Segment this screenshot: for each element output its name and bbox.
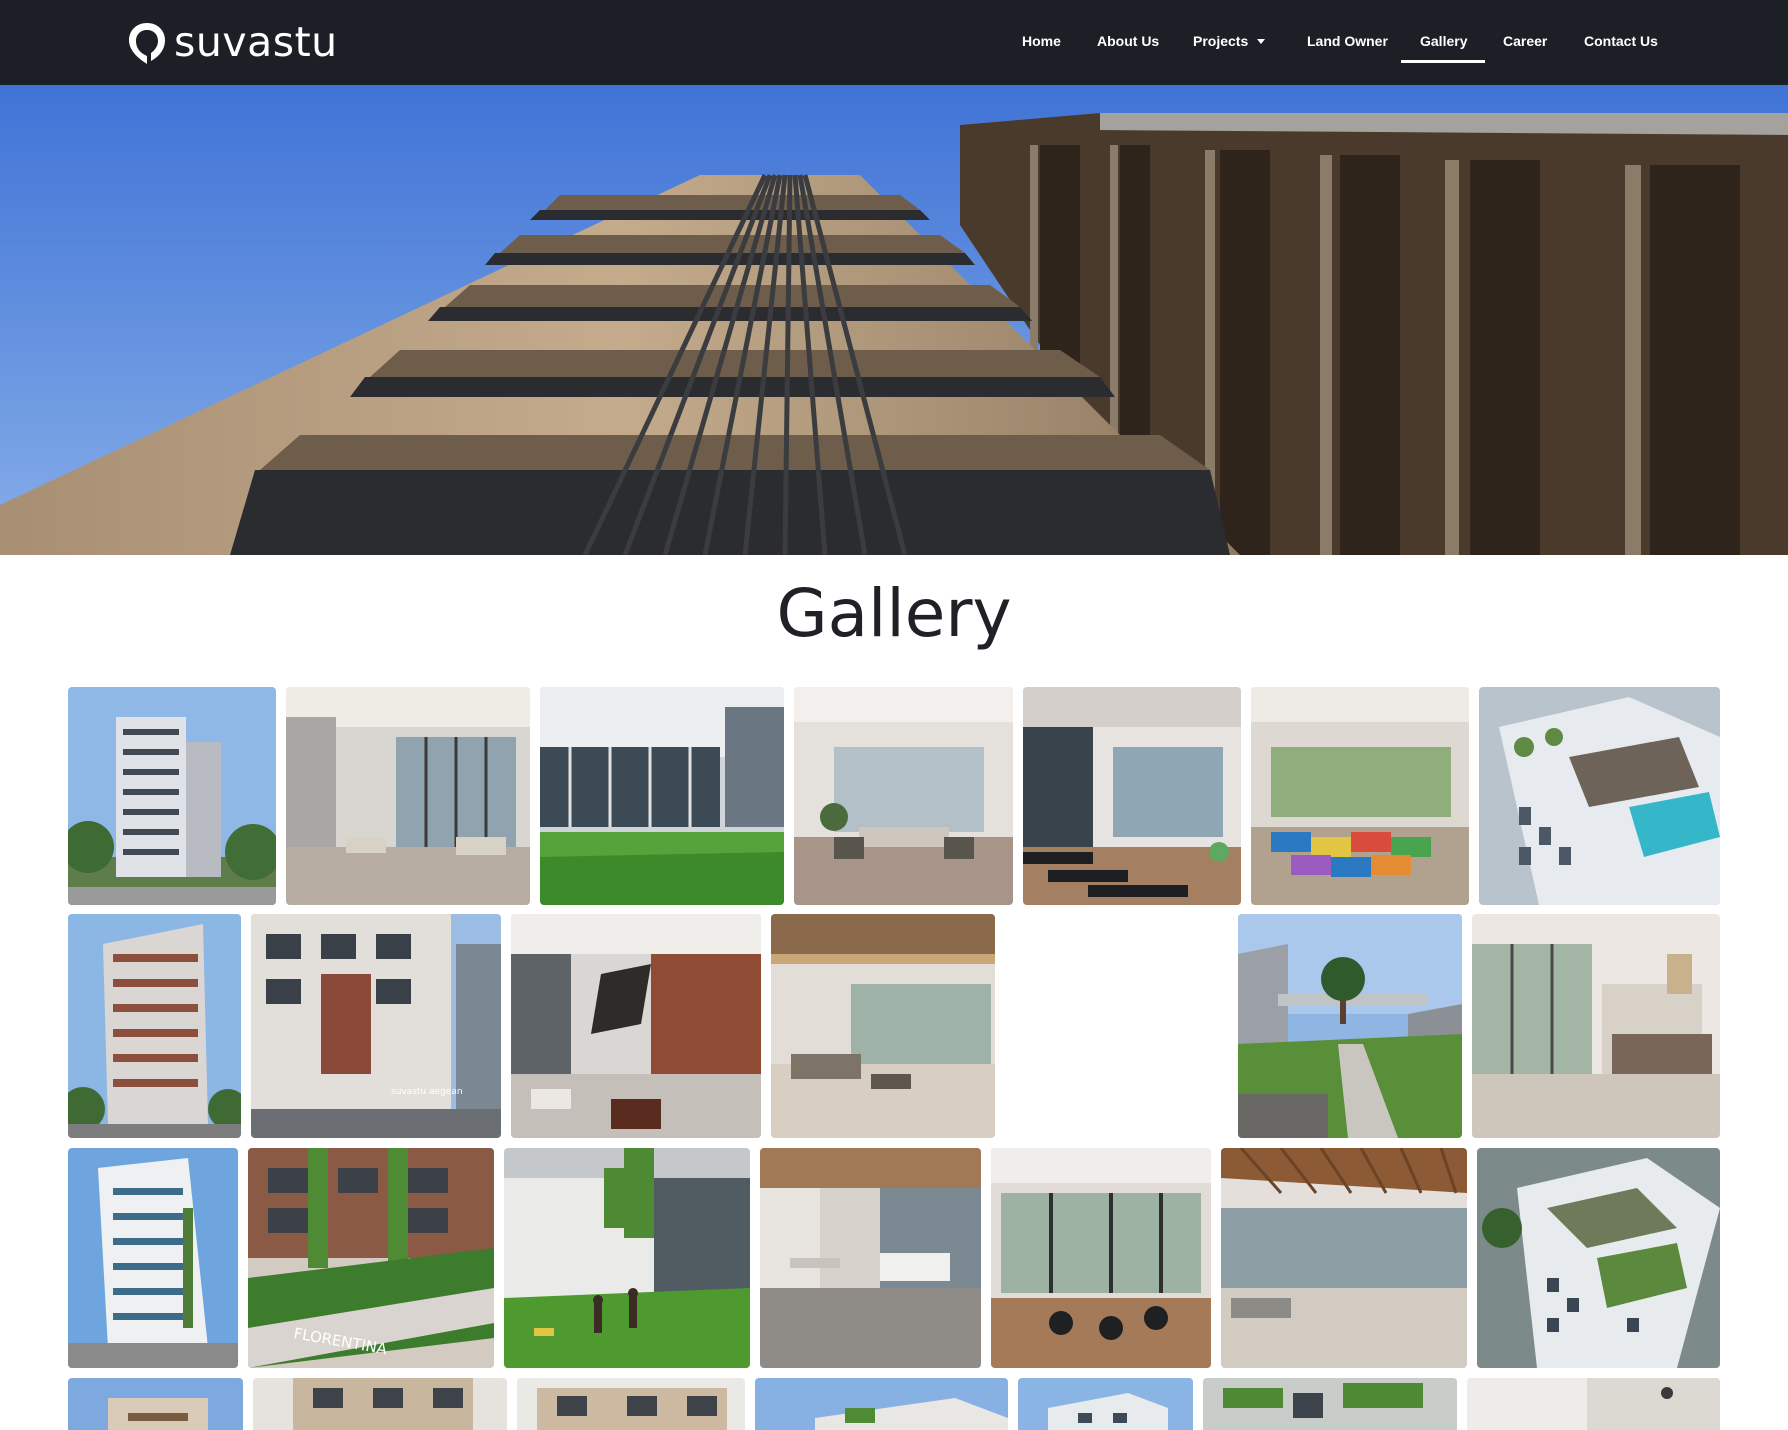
chevron-down-icon — [1257, 39, 1266, 44]
page-title: Gallery — [776, 575, 1012, 652]
gallery-thumb-brick-tower[interactable] — [68, 914, 241, 1138]
gallery-thumb-rooftop-garden[interactable] — [1238, 914, 1462, 1138]
gallery-thumb-tower-exterior[interactable] — [68, 687, 276, 905]
gallery-thumb-parking-lobby[interactable] — [760, 1148, 981, 1368]
gallery-thumb-garden-courtyard[interactable] — [504, 1148, 750, 1368]
gallery-thumb-living-lounge[interactable] — [794, 687, 1013, 905]
aegean-sign-text: suvastu aegean — [391, 1087, 463, 1097]
gallery-thumb-row4-2[interactable] — [253, 1378, 507, 1430]
main-nav: Home About Us Projects Land Owner Galler… — [0, 0, 1788, 85]
nav-about-us[interactable]: About Us — [1097, 33, 1159, 49]
gallery-thumb-aerial-green-roof[interactable] — [1477, 1148, 1720, 1368]
hero-banner-image — [0, 85, 1788, 555]
nav-land-owner[interactable]: Land Owner — [1307, 33, 1388, 49]
nav-gallery[interactable]: Gallery — [1420, 33, 1467, 49]
active-nav-indicator — [1401, 60, 1485, 63]
nav-projects-label: Projects — [1193, 33, 1249, 49]
gallery-thumb-row4-5[interactable] — [1018, 1378, 1193, 1430]
nav-home[interactable]: Home — [1022, 33, 1061, 49]
gallery-thumb-gym-treadmills[interactable] — [1023, 687, 1241, 905]
nav-career[interactable]: Career — [1503, 33, 1547, 49]
gallery-thumb-wood-ceiling-lounge[interactable] — [771, 914, 995, 1138]
gallery-thumb-row4-4[interactable] — [755, 1378, 1008, 1430]
gallery-thumb-row4-6[interactable] — [1203, 1378, 1457, 1430]
gallery-thumb-aegean-facade[interactable]: suvastu aegean — [251, 914, 501, 1138]
gallery-thumb-kids-play-area[interactable] — [1251, 687, 1469, 905]
gallery-thumb-florentina-entrance[interactable]: FLORENTINA — [248, 1148, 494, 1368]
gallery-thumb-row4-3[interactable] — [517, 1378, 745, 1430]
gallery-thumb-row4-1[interactable] — [68, 1378, 243, 1430]
gallery-thumb-bedroom[interactable] — [1472, 914, 1720, 1138]
gallery-thumb-florentina-tower[interactable] — [68, 1148, 238, 1368]
gallery-thumb-lobby-art-wall[interactable] — [511, 914, 761, 1138]
gallery-thumb-lobby-atrium[interactable] — [286, 687, 530, 905]
gallery-thumb-wood-slat-lobby[interactable] — [1221, 1148, 1467, 1368]
gallery-thumb-gym-bikes[interactable] — [991, 1148, 1211, 1368]
nav-projects[interactable]: Projects — [1193, 33, 1266, 49]
gallery-thumb-courtyard-lawn[interactable] — [540, 687, 784, 905]
gallery-thumb-rooftop-pool-aerial[interactable] — [1479, 687, 1720, 905]
nav-contact-us[interactable]: Contact Us — [1584, 33, 1658, 49]
top-navbar: suvastu Home About Us Projects Land Owne… — [0, 0, 1788, 85]
gallery-thumb-row4-7[interactable] — [1467, 1378, 1720, 1430]
